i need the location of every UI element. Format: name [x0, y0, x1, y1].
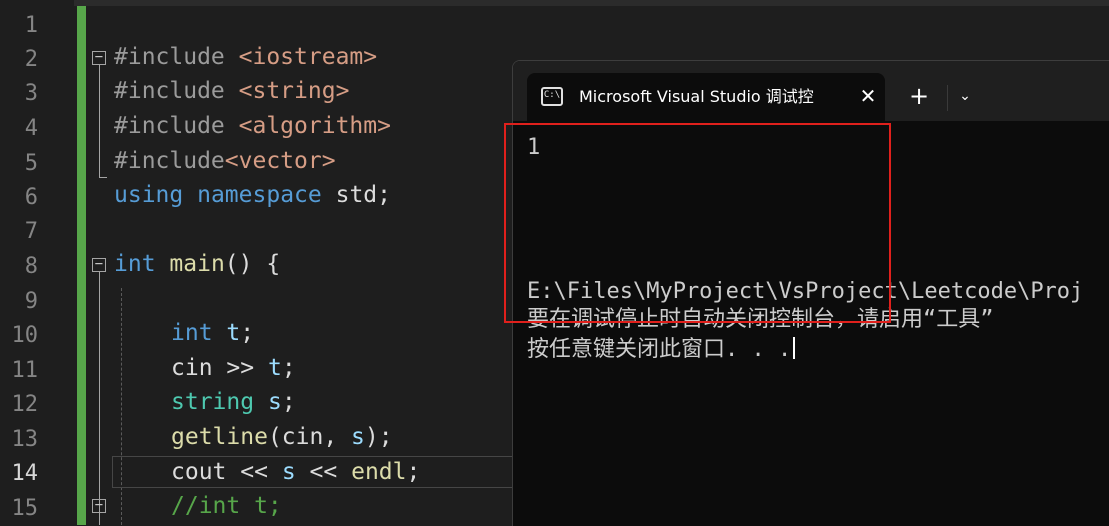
code-line-2[interactable]: #include <iostream> [114, 40, 377, 74]
collapse-includes-toggle[interactable]: − [92, 50, 106, 65]
console-tab-title: Microsoft Visual Studio 调试控 [579, 87, 814, 106]
code-line-3[interactable]: #include <string> [114, 74, 349, 108]
variable: t [267, 355, 282, 381]
line-number: 4 [24, 116, 38, 141]
line-number: 6 [24, 185, 38, 210]
type-keyword: int [171, 320, 213, 346]
preprocessor-keyword: #include [114, 148, 225, 174]
line-number: 2 [24, 47, 38, 72]
code-line-8[interactable]: int main() { [114, 247, 280, 281]
line-number: 7 [24, 219, 38, 244]
function-name: getline [171, 424, 268, 450]
indent-guide [121, 288, 122, 525]
collapse-comment-toggle[interactable]: − [92, 498, 106, 513]
fold-outline-line [99, 272, 100, 525]
preprocessor-keyword: #include [114, 78, 225, 104]
preprocessor-keyword: #include [114, 113, 225, 139]
variable: t [226, 320, 241, 346]
operator: << [309, 459, 338, 485]
function-name: endl [351, 459, 407, 485]
editor-top-strip [0, 0, 1109, 6]
code-comment: //int t; [171, 493, 282, 519]
red-highlight-box [504, 123, 891, 323]
code-line-13[interactable]: getline(cin, s); [171, 420, 393, 454]
line-number: 10 [11, 323, 39, 348]
function-name: main [169, 251, 225, 277]
code-line-12[interactable]: string s; [171, 385, 296, 419]
code-text: (cin, [267, 424, 352, 450]
code-line-5[interactable]: #include<vector> [114, 144, 336, 178]
include-path: <iostream> [238, 44, 378, 70]
line-number: 15 [11, 496, 39, 521]
line-number: 13 [11, 427, 39, 452]
preprocessor-keyword: #include [114, 44, 225, 70]
close-icon[interactable]: ✕ [857, 83, 879, 109]
code-text: ); [364, 424, 393, 450]
console-prompt-text: 按任意键关闭此窗口. . . [527, 337, 792, 362]
code-line-15[interactable]: //int t; [171, 489, 282, 523]
new-tab-plus-icon[interactable]: + [907, 83, 931, 109]
include-path: <string> [238, 78, 350, 104]
code-text: cout [171, 459, 227, 485]
fold-outline-corner [99, 177, 107, 178]
operator: >> [226, 355, 255, 381]
code-line-10[interactable]: int t; [171, 316, 254, 350]
line-number: 9 [24, 289, 38, 314]
console-tab[interactable]: C:\ Microsoft Visual Studio 调试控 ✕ [527, 73, 885, 122]
text-cursor [793, 337, 796, 359]
variable: s [267, 389, 282, 415]
code-line-14[interactable]: cout << s << endl; [171, 455, 420, 489]
type-name: string [171, 389, 255, 415]
line-number-gutter: 1 2 3 4 5 6 7 8 9 10 11 12 13 14 15 [0, 0, 74, 525]
console-output-line-last: 按任意键关闭此窗口. . . [527, 336, 796, 364]
line-number-active: 14 [11, 461, 39, 486]
fold-outline-line [99, 65, 100, 177]
line-number: 11 [11, 358, 39, 383]
line-number: 12 [11, 392, 39, 417]
code-line-11[interactable]: cin >> t; [171, 351, 296, 385]
code-text: ; [240, 320, 255, 346]
change-tracking-bar [77, 6, 86, 525]
code-text: ; [406, 459, 421, 485]
keyword-using: using [114, 182, 184, 208]
variable: s [281, 459, 296, 485]
chevron-down-icon[interactable]: ⌄ [953, 83, 977, 109]
type-keyword: int [114, 251, 156, 277]
code-text: ; [281, 389, 296, 415]
include-path: <algorithm> [238, 113, 391, 139]
variable: s [351, 424, 365, 450]
tab-separator [947, 85, 948, 111]
keyword-namespace: namespace [197, 182, 322, 208]
line-number: 8 [24, 254, 38, 279]
code-text: ; [281, 355, 296, 381]
terminal-icon: C:\ [541, 87, 563, 106]
console-tab-bar: C:\ Microsoft Visual Studio 调试控 ✕ + ⌄ [513, 61, 1109, 122]
include-path: <vector> [224, 148, 336, 174]
collapse-main-toggle[interactable]: − [92, 257, 106, 272]
line-number: 1 [24, 13, 38, 38]
code-text: () { [224, 251, 281, 277]
code-line-6[interactable]: using namespace std; [114, 178, 391, 212]
operator: << [240, 459, 268, 485]
line-number: 5 [24, 151, 38, 176]
code-text: std; [335, 182, 391, 208]
line-number: 3 [24, 81, 38, 106]
code-line-4[interactable]: #include <algorithm> [114, 109, 391, 143]
code-text: cin [171, 355, 213, 381]
